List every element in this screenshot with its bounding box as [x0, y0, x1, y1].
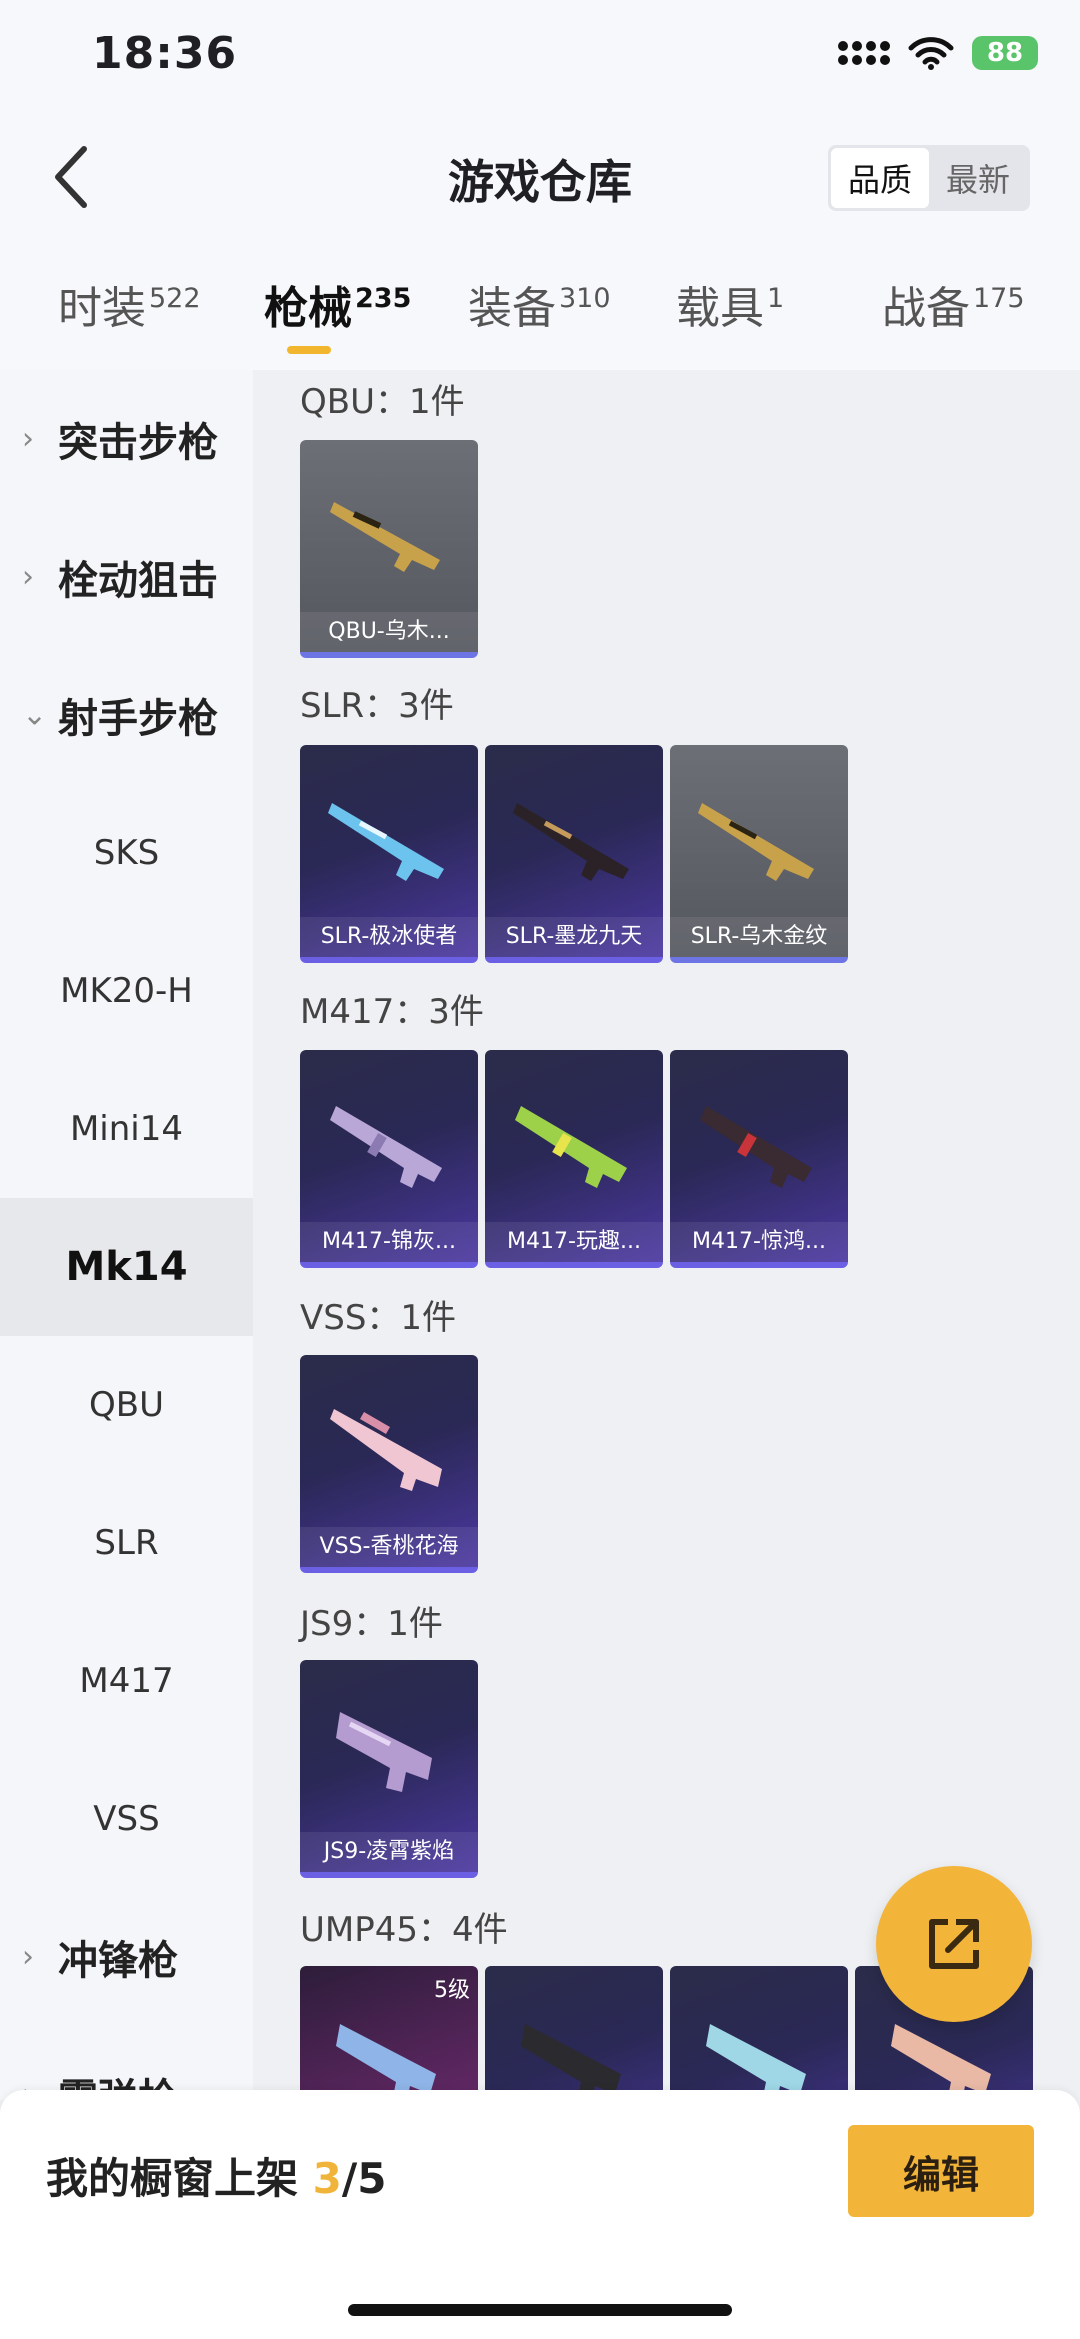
sidebar-item-marksman-rifles[interactable]: ⌄ 射手步枪	[0, 646, 253, 784]
weapon-card[interactable]: QBU-乌木...	[300, 440, 478, 658]
showcase-bar: 我的橱窗上架 3/5 编辑	[0, 2090, 1080, 2339]
weapon-name: VSS-香桃花海	[300, 1527, 478, 1567]
group-label-vss: VSS：1件	[300, 1298, 457, 1338]
smg-icon	[336, 1712, 432, 1792]
battery-icon: 88	[972, 36, 1038, 70]
home-indicator	[348, 2304, 732, 2316]
sidebar-item-bolt-snipers[interactable]: › 栓动狙击	[0, 508, 253, 646]
tab-count: 175	[973, 283, 1025, 315]
rifle-icon	[700, 1106, 812, 1188]
status-icons: 88	[838, 36, 1038, 70]
weapon-name: M417-锦灰...	[300, 1222, 478, 1262]
battery-level: 88	[986, 38, 1024, 68]
smg-icon	[706, 2024, 806, 2090]
chevron-right-icon: ›	[22, 559, 34, 595]
weapon-name: M417-惊鸿...	[670, 1222, 848, 1262]
sidebar-item-qbu[interactable]: QBU	[0, 1336, 253, 1474]
weapon-name: JS9-凌霄紫焰	[300, 1832, 478, 1872]
group-label-ump45: UMP45：4件	[300, 1910, 508, 1950]
wifi-icon	[908, 37, 954, 70]
tab-fashion[interactable]: 时装 522	[58, 272, 201, 336]
sort-toggle: 品质 最新	[828, 145, 1030, 211]
sidebar-item-m417[interactable]: M417	[0, 1612, 253, 1750]
sidebar-item-sks[interactable]: SKS	[0, 784, 253, 922]
weapon-card[interactable]: JS9-凌霄紫焰	[300, 1660, 478, 1878]
tab-supplies[interactable]: 战备 175	[882, 272, 1025, 336]
active-tab-indicator	[287, 346, 331, 354]
rifle-icon	[330, 1106, 442, 1188]
weapon-name: M417-玩趣...	[485, 1222, 663, 1262]
group-label-m417: M417：3件	[300, 992, 484, 1032]
sidebar-item-shotguns[interactable]: › 霰弹枪	[0, 2026, 253, 2100]
weapon-card[interactable]	[485, 1966, 663, 2090]
weapon-card[interactable]: M417-锦灰...	[300, 1050, 478, 1268]
rifle-icon	[515, 1106, 627, 1188]
showcase-status: 我的橱窗上架 3/5	[46, 2145, 386, 2206]
share-button[interactable]	[876, 1866, 1032, 2022]
category-tabs: 时装 522 枪械 235 装备 310 载具 1 战备 175	[0, 272, 1080, 352]
cellular-signal-icon	[838, 41, 890, 65]
sort-quality-button[interactable]: 品质	[831, 148, 929, 208]
rifle-icon	[330, 1409, 442, 1491]
sidebar-item-label: 突击步枪	[58, 420, 218, 466]
tab-label: 装备	[468, 283, 556, 334]
weapon-card[interactable]: M417-玩趣...	[485, 1050, 663, 1268]
weapon-card[interactable]: 5级	[300, 1966, 478, 2090]
tab-label: 时装	[58, 283, 146, 334]
weapon-card[interactable]	[670, 1966, 848, 2090]
smg-icon	[336, 2024, 436, 2090]
sidebar-item-slr[interactable]: SLR	[0, 1474, 253, 1612]
tab-count: 1	[767, 283, 785, 315]
sort-newest-button[interactable]: 最新	[929, 148, 1027, 208]
tab-equipment[interactable]: 装备 310	[468, 272, 611, 336]
status-time: 18:36	[92, 28, 238, 79]
tab-label: 枪械	[264, 283, 352, 334]
tab-label: 战备	[882, 283, 970, 334]
tab-count: 522	[149, 283, 201, 315]
tab-vehicles[interactable]: 载具 1	[676, 272, 784, 336]
weapon-name: SLR-墨龙九天	[485, 917, 663, 957]
showcase-count: 3	[312, 2154, 342, 2203]
sidebar-item-assault-rifles[interactable]: › 突击步枪	[0, 370, 253, 508]
weapon-name: SLR-乌木金纹	[670, 917, 848, 957]
chevron-right-icon: ›	[22, 421, 34, 457]
sidebar-item-mk14[interactable]: Mk14	[0, 1198, 253, 1336]
weapon-name: QBU-乌木...	[300, 612, 478, 652]
sidebar: › 突击步枪 › 栓动狙击 ⌄ 射手步枪 SKS MK20-H Mini14 Mk14…	[0, 370, 253, 2100]
tab-count: 310	[559, 283, 611, 315]
sidebar-item-mini14[interactable]: Mini14	[0, 1060, 253, 1198]
tab-count: 235	[355, 283, 412, 315]
tab-label: 载具	[676, 283, 764, 334]
group-label-slr: SLR：3件	[300, 686, 454, 726]
weapon-card[interactable]: SLR-极冰使者	[300, 745, 478, 963]
weapon-name: SLR-极冰使者	[300, 917, 478, 957]
edit-button[interactable]: 编辑	[848, 2125, 1034, 2217]
weapon-card[interactable]: VSS-香桃花海	[300, 1355, 478, 1573]
sidebar-item-label: 栓动狙击	[58, 558, 218, 604]
sidebar-item-smg[interactable]: › 冲锋枪	[0, 1888, 253, 2026]
smg-icon	[521, 2024, 621, 2090]
tab-firearms[interactable]: 枪械 235	[264, 272, 411, 336]
weapon-card[interactable]: M417-惊鸿...	[670, 1050, 848, 1268]
sidebar-item-label: 冲锋枪	[58, 1938, 178, 1984]
rifle-icon	[698, 803, 814, 881]
rifle-icon	[330, 502, 440, 572]
rifle-icon	[513, 803, 629, 881]
sidebar-item-label: 射手步枪	[58, 696, 218, 742]
showcase-total: /5	[341, 2154, 387, 2203]
chevron-down-icon: ⌄	[22, 697, 48, 733]
weapon-list: QBU：1件 QBU-乌木... SLR：3件 SLR-极冰使者 SLR-墨龙九…	[253, 370, 1080, 2090]
group-label-qbu: QBU：1件	[300, 382, 465, 422]
chevron-right-icon: ›	[22, 1939, 34, 1975]
sidebar-item-mk20h[interactable]: MK20-H	[0, 922, 253, 1060]
showcase-label: 我的橱窗上架	[46, 2154, 299, 2203]
weapon-card[interactable]: SLR-墨龙九天	[485, 745, 663, 963]
rifle-icon	[328, 803, 444, 881]
sidebar-item-vss[interactable]: VSS	[0, 1750, 253, 1888]
group-label-js9: JS9：1件	[300, 1604, 443, 1644]
weapon-card[interactable]: SLR-乌木金纹	[670, 745, 848, 963]
share-icon	[929, 1919, 979, 1969]
top-bar: 18:36 88 游戏仓库 品质 最新 时装 522 枪械 235 装备 310 载具…	[0, 0, 1080, 370]
